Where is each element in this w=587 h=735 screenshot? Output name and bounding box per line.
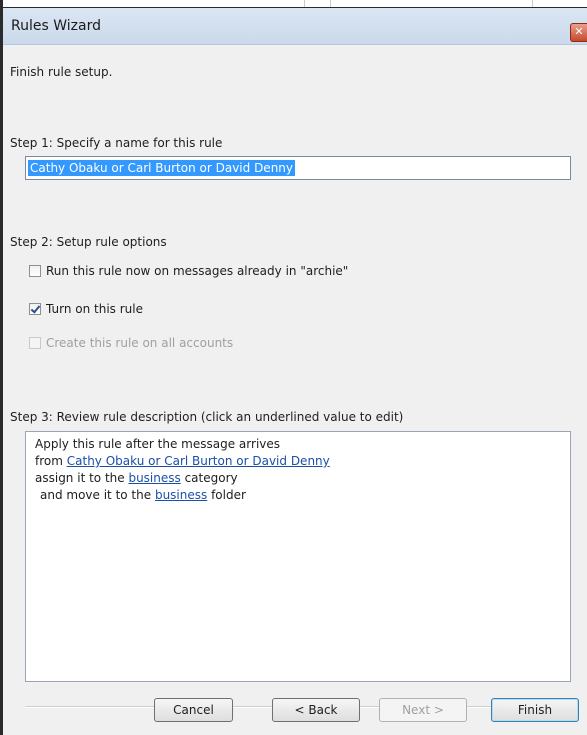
- desc-line-4: and move it to the business folder: [40, 488, 246, 502]
- desc-line-1: Apply this rule after the message arrive…: [35, 437, 281, 451]
- step1-label: Step 1: Specify a name for this rule: [10, 136, 223, 150]
- finish-button[interactable]: Finish: [491, 698, 579, 722]
- close-button[interactable]: ✕: [570, 23, 587, 42]
- people-link[interactable]: Cathy Obaku or Carl Burton or David Denn…: [67, 454, 330, 468]
- page-heading: Finish rule setup.: [10, 65, 113, 79]
- step2-label: Step 2: Setup rule options: [10, 235, 167, 249]
- option-turn-on[interactable]: Turn on this rule: [29, 301, 143, 317]
- cancel-button[interactable]: Cancel: [154, 698, 233, 722]
- rules-wizard-dialog: Rules Wizard ✕ Finish rule setup. Step 1…: [3, 8, 587, 735]
- step3-label: Step 3: Review rule description (click a…: [10, 410, 404, 424]
- title-bar: Rules Wizard ✕: [3, 8, 587, 45]
- background-strip: [0, 0, 587, 8]
- category-link[interactable]: business: [128, 471, 180, 485]
- next-button: Next >: [379, 698, 467, 722]
- rule-name-input[interactable]: Cathy Obaku or Carl Burton or David Denn…: [25, 156, 571, 180]
- back-button[interactable]: < Back: [272, 698, 360, 722]
- turn-on-checkbox[interactable]: [29, 303, 41, 315]
- rule-description-box: Apply this rule after the message arrive…: [25, 431, 571, 682]
- all-accounts-checkbox: [29, 337, 41, 349]
- folder-link[interactable]: business: [155, 488, 207, 502]
- run-now-checkbox[interactable]: [29, 265, 41, 277]
- all-accounts-label: Create this rule on all accounts: [46, 336, 234, 350]
- dialog-body: Finish rule setup. Step 1: Specify a nam…: [3, 45, 587, 735]
- option-all-accounts: Create this rule on all accounts: [29, 335, 233, 351]
- desc-line-2: from Cathy Obaku or Carl Burton or David…: [35, 454, 330, 468]
- rule-name-value: Cathy Obaku or Carl Burton or David Denn…: [28, 160, 296, 176]
- turn-on-label: Turn on this rule: [46, 302, 143, 316]
- run-now-label: Run this rule now on messages already in…: [46, 264, 349, 278]
- window-title: Rules Wizard: [11, 18, 101, 34]
- option-run-now[interactable]: Run this rule now on messages already in…: [29, 263, 348, 279]
- close-icon: ✕: [574, 25, 584, 38]
- desc-line-3: assign it to the business category: [35, 471, 238, 485]
